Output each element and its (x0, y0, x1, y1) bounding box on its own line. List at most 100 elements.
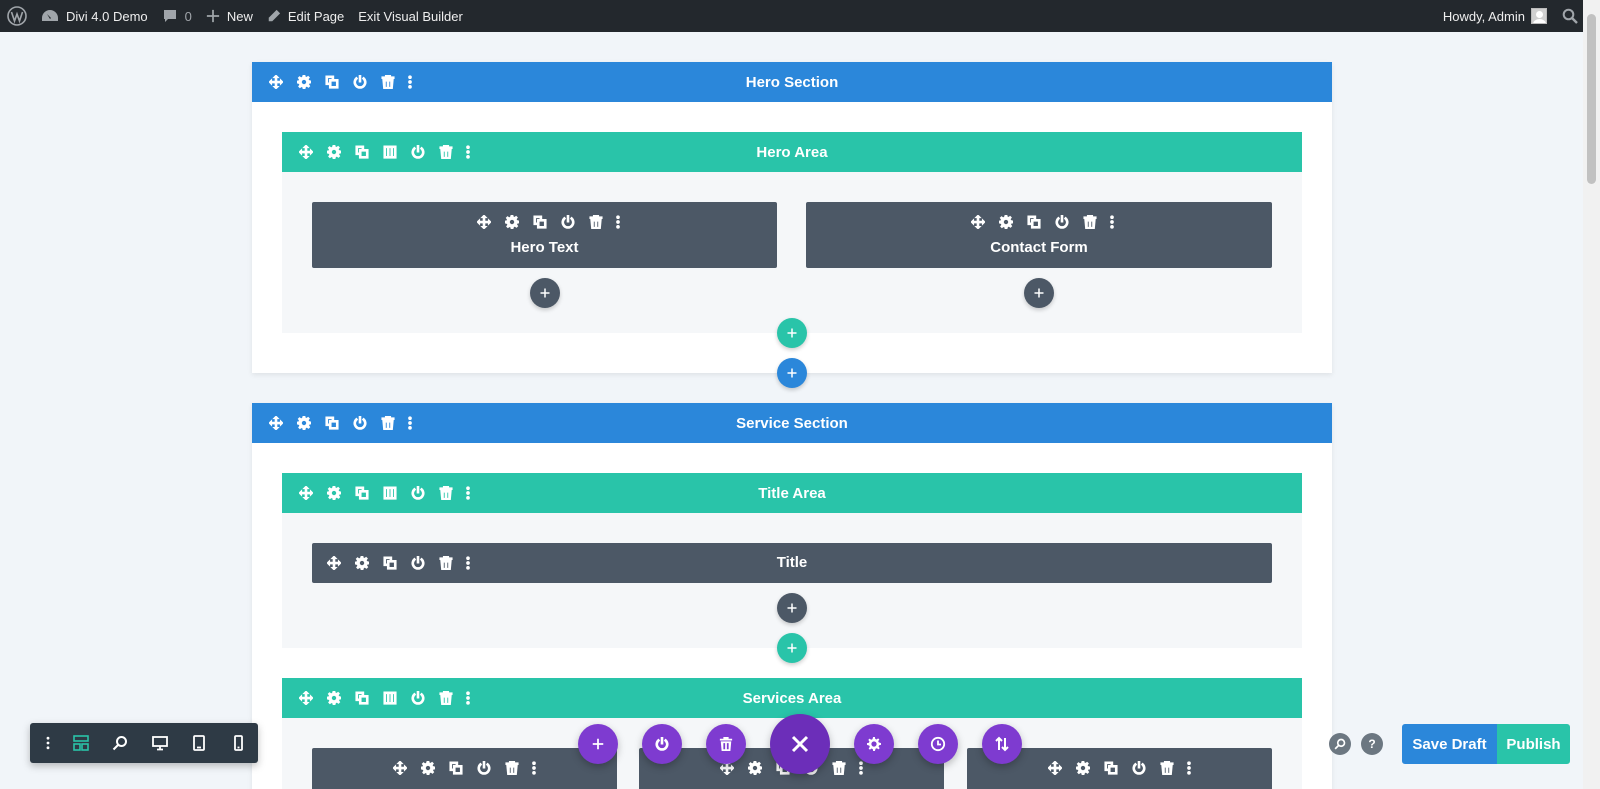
account-menu[interactable]: Howdy, Admin (1436, 0, 1555, 32)
more-icon[interactable] (402, 68, 418, 96)
chevron-up-icon[interactable] (1302, 415, 1318, 431)
page-scrollbar[interactable] (1583, 0, 1600, 789)
more-icon[interactable] (402, 409, 418, 437)
gear-icon[interactable] (290, 68, 318, 96)
more-icon[interactable] (1104, 208, 1120, 236)
new-content-link[interactable]: New (199, 0, 260, 32)
more-icon[interactable] (460, 684, 476, 712)
add-module-button[interactable] (1024, 278, 1054, 308)
more-icon[interactable] (610, 208, 626, 236)
save-draft-button[interactable]: Save Draft (1402, 724, 1497, 764)
section-header[interactable]: Hero Section (252, 62, 1332, 102)
add-section-button[interactable] (777, 358, 807, 388)
move-icon[interactable] (470, 208, 498, 236)
gear-icon[interactable] (320, 479, 348, 507)
site-name-link[interactable]: Divi 4.0 Demo (34, 0, 155, 32)
duplicate-icon[interactable] (348, 684, 376, 712)
columns-icon[interactable] (376, 138, 404, 166)
duplicate-icon[interactable] (442, 754, 470, 782)
move-icon[interactable] (262, 409, 290, 437)
power-icon[interactable] (404, 138, 432, 166)
columns-icon[interactable] (376, 684, 404, 712)
chevron-up-icon[interactable] (1302, 74, 1318, 90)
scrollbar-thumb[interactable] (1587, 14, 1596, 184)
power-icon[interactable] (404, 684, 432, 712)
trash-icon[interactable] (432, 479, 460, 507)
add-row-button[interactable] (777, 633, 807, 663)
portability-icon[interactable] (982, 724, 1022, 764)
move-icon[interactable] (292, 138, 320, 166)
row-header[interactable]: Services Area (282, 678, 1302, 718)
duplicate-icon[interactable] (348, 138, 376, 166)
add-module-button[interactable] (530, 278, 560, 308)
power-icon[interactable] (470, 754, 498, 782)
duplicate-icon[interactable] (348, 479, 376, 507)
duplicate-icon[interactable] (1097, 754, 1125, 782)
power-icon[interactable] (1048, 208, 1076, 236)
row-header[interactable]: Title Area (282, 473, 1302, 513)
duplicate-icon[interactable] (318, 68, 346, 96)
duplicate-icon[interactable] (1020, 208, 1048, 236)
gear-icon[interactable] (498, 208, 526, 236)
power-icon[interactable] (1125, 754, 1153, 782)
edit-page-link[interactable]: Edit Page (260, 0, 351, 32)
power-icon[interactable] (346, 68, 374, 96)
gear-icon[interactable] (320, 684, 348, 712)
gear-icon[interactable] (290, 409, 318, 437)
trash-icon[interactable] (582, 208, 610, 236)
duplicate-icon[interactable] (318, 409, 346, 437)
module-hero-text[interactable]: Hero Text (312, 202, 777, 268)
move-icon[interactable] (1041, 754, 1069, 782)
more-icon[interactable] (526, 754, 542, 782)
power-icon[interactable] (404, 479, 432, 507)
close-button[interactable] (770, 714, 830, 774)
duplicate-icon[interactable] (526, 208, 554, 236)
zoom-icon[interactable] (101, 723, 140, 763)
columns-icon[interactable] (376, 479, 404, 507)
gear-icon[interactable] (992, 208, 1020, 236)
module-contact-form[interactable]: Contact Form (806, 202, 1272, 268)
section-header[interactable]: Service Section (252, 403, 1332, 443)
more-icon[interactable] (1181, 754, 1197, 782)
trash-icon[interactable] (825, 754, 853, 782)
move-icon[interactable] (292, 479, 320, 507)
add-module-button[interactable] (777, 593, 807, 623)
help-icon[interactable]: ? (1361, 733, 1383, 755)
trash-icon[interactable] (432, 138, 460, 166)
move-icon[interactable] (386, 754, 414, 782)
trash-icon[interactable] (1153, 754, 1181, 782)
zoom-icon[interactable] (1329, 733, 1351, 755)
row-header[interactable]: Hero Area (282, 132, 1302, 172)
chevron-up-icon[interactable] (1272, 485, 1288, 501)
chevron-up-icon[interactable] (1272, 144, 1288, 160)
gear-icon[interactable] (320, 138, 348, 166)
trash-icon[interactable] (374, 409, 402, 437)
publish-button[interactable]: Publish (1497, 724, 1570, 764)
comments-link[interactable]: 0 (155, 0, 199, 32)
power-icon[interactable] (642, 724, 682, 764)
gear-icon[interactable] (741, 754, 769, 782)
history-icon[interactable] (918, 724, 958, 764)
phone-icon[interactable] (219, 723, 258, 763)
power-icon[interactable] (554, 208, 582, 236)
wireframe-icon[interactable] (62, 723, 101, 763)
trash-icon[interactable] (374, 68, 402, 96)
move-icon[interactable] (292, 684, 320, 712)
tablet-icon[interactable] (179, 723, 218, 763)
exit-visual-builder-link[interactable]: Exit Visual Builder (351, 0, 470, 32)
trash-icon[interactable] (432, 684, 460, 712)
wordpress-logo-icon[interactable] (0, 0, 34, 32)
more-icon[interactable] (460, 479, 476, 507)
module-title[interactable]: Title (312, 543, 1272, 583)
chevron-up-icon[interactable] (1272, 690, 1288, 706)
more-icon[interactable] (460, 138, 476, 166)
move-icon[interactable] (964, 208, 992, 236)
move-icon[interactable] (262, 68, 290, 96)
trash-icon[interactable] (1076, 208, 1104, 236)
trash-icon[interactable] (498, 754, 526, 782)
trash-icon[interactable] (706, 724, 746, 764)
more-icon[interactable] (34, 723, 62, 763)
gear-icon[interactable] (1069, 754, 1097, 782)
module-service-1[interactable] (312, 748, 617, 789)
add-row-button[interactable] (777, 318, 807, 348)
